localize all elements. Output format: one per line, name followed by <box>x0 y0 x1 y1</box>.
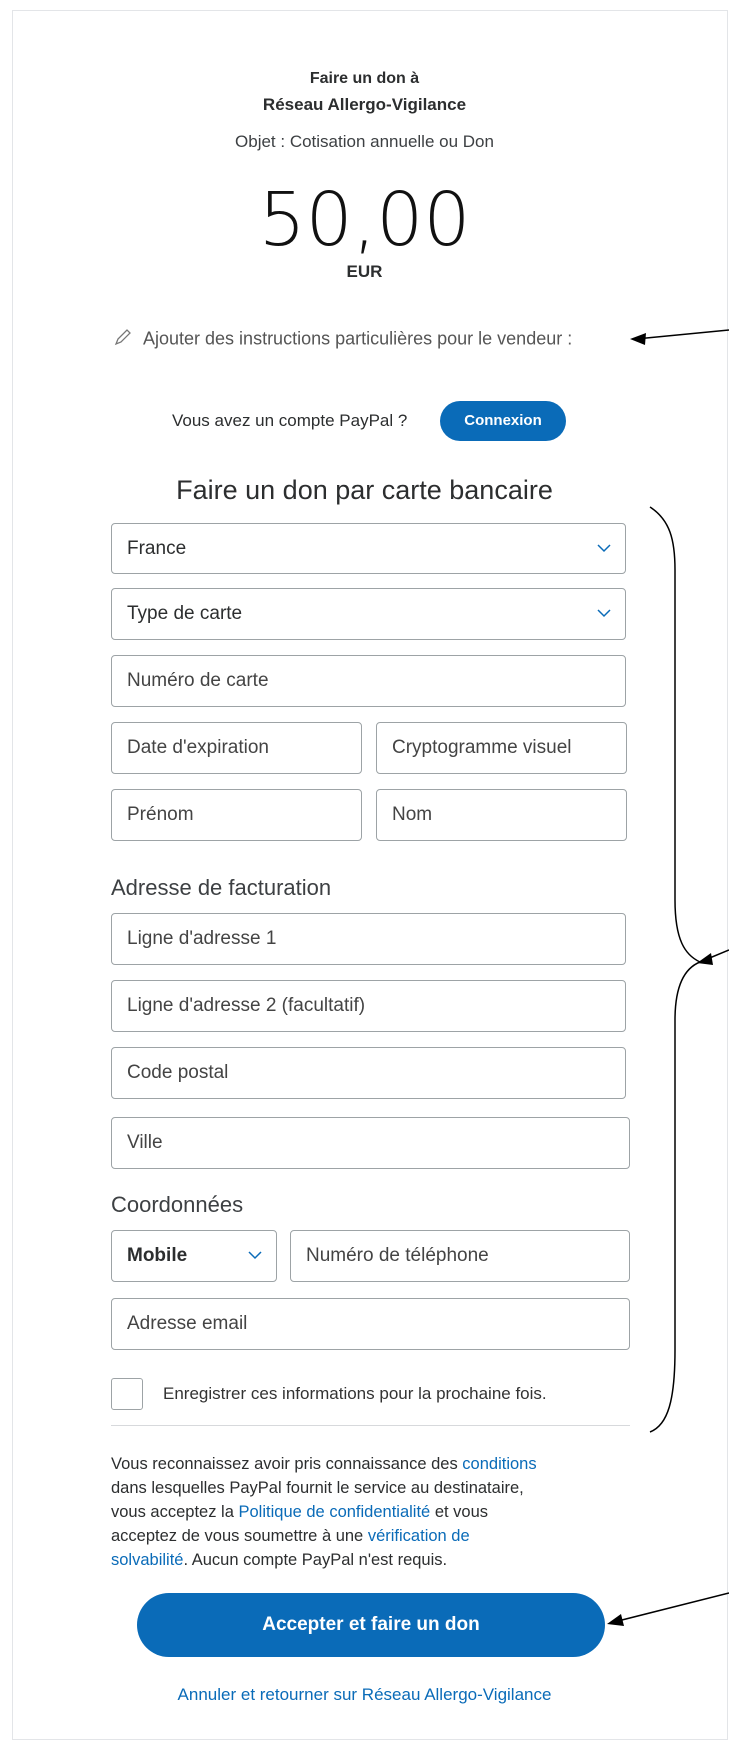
annotation-overlay <box>607 329 729 1626</box>
arrowhead-icon <box>630 333 646 345</box>
arrow-submit <box>613 1592 729 1623</box>
arrow-instructions <box>635 329 729 340</box>
arrowhead-icon <box>607 1614 624 1626</box>
brace-icon <box>649 506 702 1433</box>
arrowhead-icon <box>697 953 713 965</box>
